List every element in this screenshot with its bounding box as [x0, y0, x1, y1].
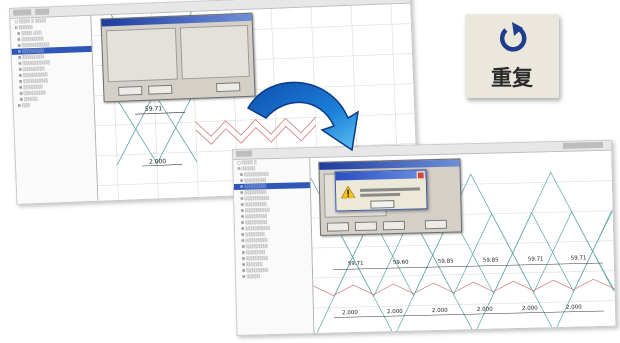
redo-button[interactable]: 重复: [465, 14, 559, 98]
redo-circular-arrow-icon: [499, 22, 527, 52]
redo-label: 重复: [491, 66, 533, 90]
